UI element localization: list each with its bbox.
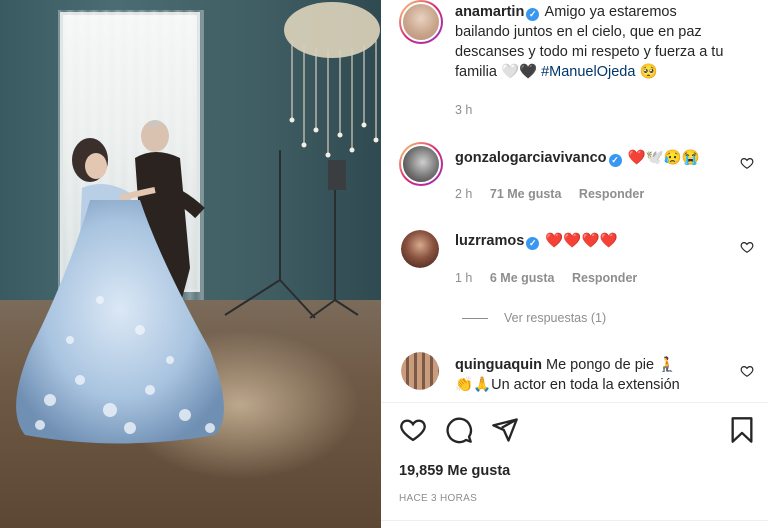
post-caption: anamartin ✓ Amigo ya estaremos bailando j… bbox=[399, 0, 754, 120]
author-username[interactable]: anamartin bbox=[455, 4, 524, 20]
heart-outline-icon[interactable] bbox=[399, 416, 427, 444]
comment-item: luzrramos ✓ ❤️❤️❤️❤️ 1 h 6 Me gusta Respo… bbox=[399, 228, 754, 298]
ball-gown-illustration bbox=[16, 200, 224, 444]
comment-bubble-icon[interactable] bbox=[445, 416, 473, 444]
hashtag-link[interactable]: #ManuelOjeda bbox=[541, 64, 635, 80]
commenter-avatar[interactable] bbox=[401, 230, 439, 268]
comment-age: 1 h bbox=[455, 271, 473, 285]
comments-panel: anamartin ✓ Amigo ya estaremos bailando j… bbox=[381, 0, 768, 528]
caption-meta: 3 h bbox=[455, 103, 486, 117]
commenter-username[interactable]: gonzalogarciavivanco bbox=[455, 150, 607, 166]
comment-like-heart-icon[interactable] bbox=[740, 364, 754, 378]
view-replies-button[interactable]: Ver respuestas (1) bbox=[462, 311, 606, 325]
reply-button[interactable]: Responder bbox=[572, 271, 637, 285]
comment-item: quinguaquin Me pongo de pie 🧎 👏🙏Un actor… bbox=[399, 352, 754, 398]
view-replies-label: Ver respuestas (1) bbox=[504, 311, 607, 325]
caption-text-block: anamartin ✓ Amigo ya estaremos bailando j… bbox=[455, 2, 735, 82]
verified-badge-icon: ✓ bbox=[608, 154, 622, 167]
comment-likes-link[interactable]: 71 Me gusta bbox=[490, 187, 562, 201]
comment-text-block: luzrramos ✓ ❤️❤️❤️❤️ bbox=[455, 231, 735, 251]
post-photo[interactable] bbox=[0, 0, 381, 528]
commenter-avatar[interactable] bbox=[401, 352, 439, 390]
total-likes[interactable]: 19,859 Me gusta bbox=[399, 463, 510, 479]
comment-text-continued: 👏🙏Un actor en toda la extensión bbox=[455, 377, 680, 393]
comment-text-block: gonzalogarciavivanco ✓ ❤️🕊️😥😭 bbox=[455, 148, 735, 168]
commenter-username[interactable]: luzrramos bbox=[455, 233, 524, 249]
verified-badge-icon: ✓ bbox=[526, 237, 540, 250]
hashtag-emoji: 🥺 bbox=[639, 64, 658, 80]
caption-age: 3 h bbox=[455, 103, 473, 117]
paper-plane-icon[interactable] bbox=[491, 416, 519, 444]
reply-button[interactable]: Responder bbox=[579, 187, 644, 201]
comment-meta: 2 h 71 Me gusta Responder bbox=[455, 187, 658, 201]
comment-text: ❤️🕊️😥😭 bbox=[627, 150, 700, 166]
chandelier-illustration bbox=[284, 2, 380, 158]
post-timestamp: HACE 3 HORAS bbox=[399, 493, 478, 504]
comment-age: 2 h bbox=[455, 187, 473, 201]
commenter-avatar[interactable] bbox=[399, 142, 443, 186]
comment-meta: 1 h 6 Me gusta Responder bbox=[455, 271, 651, 285]
commenter-username[interactable]: quinguaquin bbox=[455, 357, 542, 373]
comment-like-heart-icon[interactable] bbox=[740, 240, 754, 254]
caption-emoji: 🤍🖤 bbox=[500, 64, 538, 80]
verified-badge-icon: ✓ bbox=[526, 8, 540, 21]
replies-divider-line bbox=[462, 318, 488, 320]
bottom-divider bbox=[381, 520, 768, 521]
comment-item: gonzalogarciavivanco ✓ ❤️🕊️😥😭 2 h 71 Me g… bbox=[399, 142, 754, 212]
comment-likes-link[interactable]: 6 Me gusta bbox=[490, 271, 555, 285]
comment-text-block: quinguaquin Me pongo de pie 🧎 👏🙏Un actor… bbox=[455, 355, 735, 395]
bookmark-icon[interactable] bbox=[728, 416, 756, 444]
light-stand-illustration bbox=[224, 150, 359, 319]
comment-text: Me pongo de pie 🧎 bbox=[546, 357, 677, 373]
comment-like-heart-icon[interactable] bbox=[740, 156, 754, 170]
actions-divider bbox=[381, 402, 768, 403]
comment-text: ❤️❤️❤️❤️ bbox=[545, 233, 618, 249]
post-action-bar bbox=[399, 416, 756, 444]
author-avatar[interactable] bbox=[399, 0, 443, 44]
